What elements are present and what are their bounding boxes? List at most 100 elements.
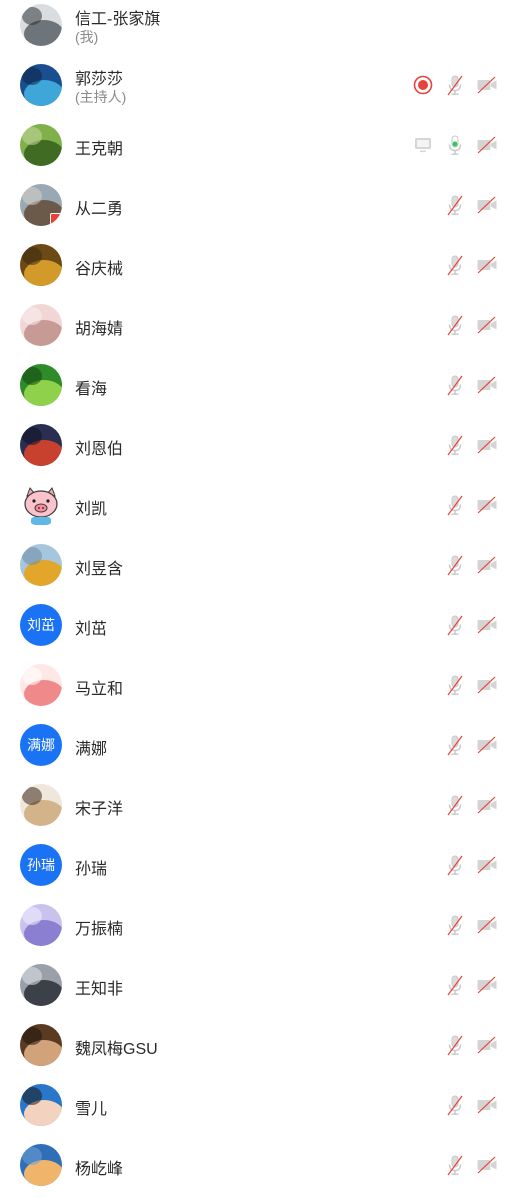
participant-row[interactable]: 宋子洋 (0, 778, 507, 838)
mic-muted-icon[interactable] (443, 553, 467, 577)
participant-name: 满娜 (75, 741, 108, 758)
mic-muted-icon[interactable] (443, 793, 467, 817)
participant-name: 宋子洋 (75, 801, 124, 818)
mic-muted-icon[interactable] (443, 373, 467, 397)
camera-off-icon[interactable] (475, 553, 499, 577)
participant-row[interactable]: 王克朝 (0, 118, 507, 178)
mic-muted-icon[interactable] (443, 853, 467, 877)
participant-name: 魏凤梅GSU (75, 1041, 158, 1058)
mic-muted-icon[interactable] (443, 493, 467, 517)
participant-row[interactable]: 王知非 (0, 958, 507, 1018)
camera-off-icon[interactable] (475, 73, 499, 97)
mic-muted-icon[interactable] (443, 673, 467, 697)
participant-name: 刘恩伯 (75, 441, 124, 458)
participant-row[interactable]: 郭莎莎 (主持人) (0, 58, 507, 118)
camera-off-icon[interactable] (475, 733, 499, 757)
camera-off-icon[interactable] (475, 133, 499, 157)
mic-muted-icon[interactable] (443, 613, 467, 637)
participant-controls (435, 1092, 499, 1118)
camera-off-icon[interactable] (475, 433, 499, 457)
avatar: 孙瑞 (20, 844, 62, 886)
mic-muted-icon[interactable] (443, 313, 467, 337)
camera-off-icon[interactable] (475, 913, 499, 937)
camera-off-icon[interactable] (475, 673, 499, 697)
avatar (20, 64, 62, 106)
avatar: 满娜 (20, 724, 62, 766)
participant-controls (435, 732, 499, 758)
participant-row[interactable]: 看海 (0, 358, 507, 418)
camera-off-icon[interactable] (475, 313, 499, 337)
avatar (20, 1084, 62, 1126)
avatar: 刘茁 (20, 604, 62, 646)
participant-controls (435, 372, 499, 398)
participant-name: 郭莎莎 (75, 71, 124, 88)
participant-name: 刘昱含 (75, 561, 124, 578)
record-icon[interactable] (411, 73, 435, 97)
mic-muted-icon[interactable] (443, 73, 467, 97)
participant-row[interactable]: 刘茁 刘茁 (0, 598, 507, 658)
camera-off-icon[interactable] (475, 193, 499, 217)
participant-name: 王知非 (75, 981, 124, 998)
mic-active-icon[interactable] (443, 133, 467, 157)
camera-off-icon[interactable] (475, 1153, 499, 1177)
participant-controls (435, 1032, 499, 1058)
participant-row[interactable]: 从二勇 (0, 178, 507, 238)
participant-controls (435, 432, 499, 458)
participant-controls (403, 72, 499, 98)
status-badge (50, 213, 62, 225)
participant-controls (435, 792, 499, 818)
camera-off-icon[interactable] (475, 253, 499, 277)
participant-name: 看海 (75, 381, 108, 398)
camera-off-icon[interactable] (475, 613, 499, 637)
participant-controls (403, 132, 499, 158)
participant-controls (435, 972, 499, 998)
avatar (20, 1024, 62, 1066)
participant-name: 万振楠 (75, 921, 124, 938)
participant-row[interactable]: 孙瑞 孙瑞 (0, 838, 507, 898)
avatar (20, 784, 62, 826)
participant-name: 雪儿 (75, 1101, 108, 1118)
participant-row[interactable]: 胡海婧 (0, 298, 507, 358)
participant-controls (435, 312, 499, 338)
screen-share-icon[interactable] (411, 133, 435, 157)
participant-name: 刘凯 (75, 501, 108, 518)
participant-row[interactable]: 魏凤梅GSU (0, 1018, 507, 1078)
avatar (20, 124, 62, 166)
participant-row[interactable]: 雪儿 (0, 1078, 507, 1138)
avatar (20, 244, 62, 286)
participant-row[interactable]: 杨屹峰 (0, 1138, 507, 1198)
camera-off-icon[interactable] (475, 1093, 499, 1117)
participant-name: 谷庆械 (75, 261, 124, 278)
participant-row[interactable]: 刘昱含 (0, 538, 507, 598)
mic-muted-icon[interactable] (443, 433, 467, 457)
mic-muted-icon[interactable] (443, 913, 467, 937)
participant-controls (435, 552, 499, 578)
mic-muted-icon[interactable] (443, 1093, 467, 1117)
participant-row[interactable]: 刘恩伯 (0, 418, 507, 478)
participant-name: 从二勇 (75, 201, 124, 218)
participant-row[interactable]: 谷庆械 (0, 238, 507, 298)
mic-muted-icon[interactable] (443, 973, 467, 997)
avatar (20, 964, 62, 1006)
participant-row[interactable]: 满娜 满娜 (0, 718, 507, 778)
mic-muted-icon[interactable] (443, 1153, 467, 1177)
participant-name: 王克朝 (75, 141, 124, 158)
mic-muted-icon[interactable] (443, 1033, 467, 1057)
participant-row[interactable]: 刘凯 (0, 478, 507, 538)
participant-row[interactable]: 马立和 (0, 658, 507, 718)
camera-off-icon[interactable] (475, 373, 499, 397)
camera-off-icon[interactable] (475, 793, 499, 817)
camera-off-icon[interactable] (475, 1033, 499, 1057)
mic-muted-icon[interactable] (443, 733, 467, 757)
participant-row[interactable]: 万振楠 (0, 898, 507, 958)
participant-controls (435, 1152, 499, 1178)
participant-role: (主持人) (75, 89, 127, 105)
participant-name: 刘茁 (75, 621, 108, 638)
mic-muted-icon[interactable] (443, 253, 467, 277)
camera-off-icon[interactable] (475, 853, 499, 877)
participant-row[interactable]: 信工-张家旗 (我) (0, 0, 507, 58)
camera-off-icon[interactable] (475, 973, 499, 997)
camera-off-icon[interactable] (475, 493, 499, 517)
mic-muted-icon[interactable] (443, 193, 467, 217)
avatar (20, 4, 62, 46)
